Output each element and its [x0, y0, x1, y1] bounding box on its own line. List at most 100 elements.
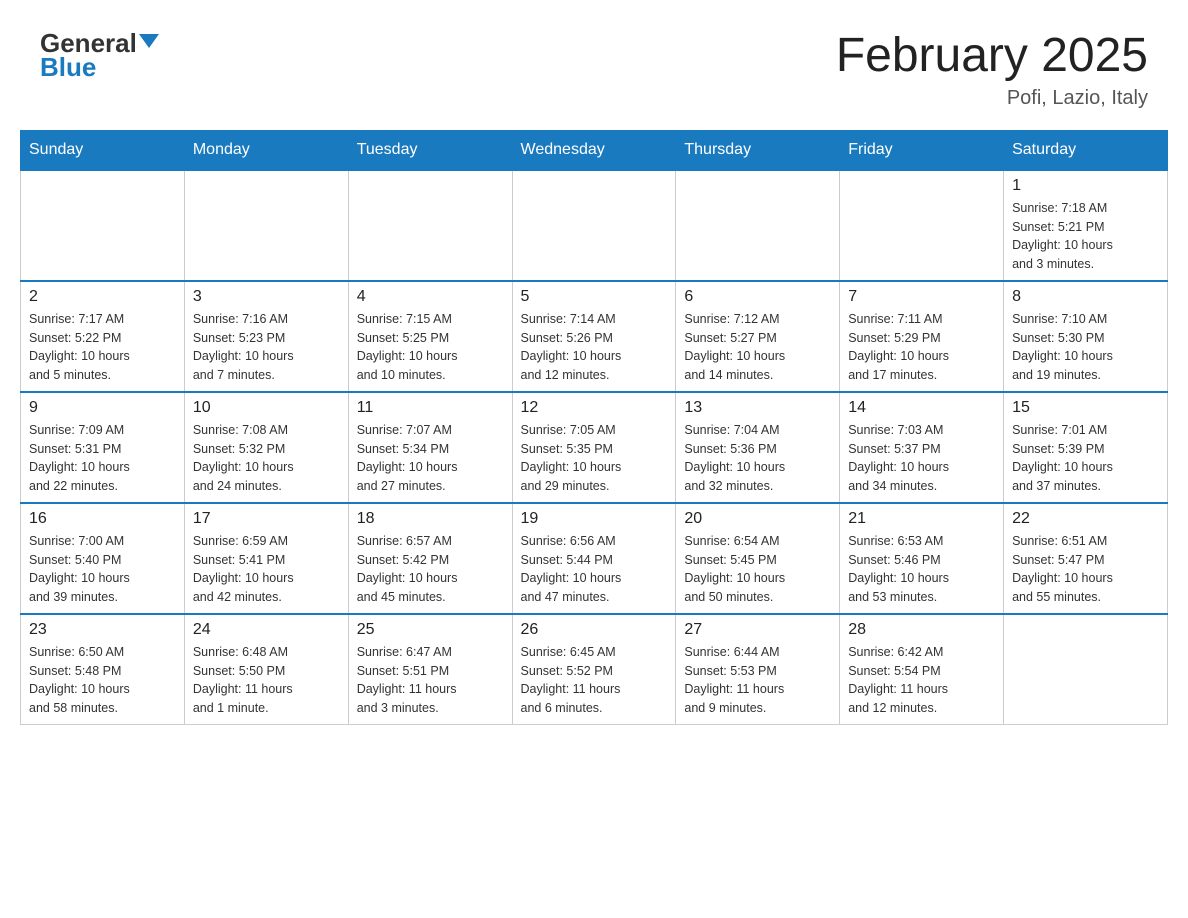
day-info: Sunrise: 7:04 AMSunset: 5:36 PMDaylight:…: [684, 421, 831, 496]
week-row-4: 16Sunrise: 7:00 AMSunset: 5:40 PMDayligh…: [21, 503, 1168, 614]
weekday-header-row: Sunday Monday Tuesday Wednesday Thursday…: [21, 130, 1168, 170]
calendar-cell: 15 Sunrise: 7:01 AMSunset: 5:39 PMDayligh…: [1004, 392, 1168, 503]
calendar-cell: 25 Sunrise: 6:47 AMSunset: 5:51 PMDayligh…: [348, 614, 512, 725]
day-number: 25: [357, 621, 504, 639]
day-number: 26: [521, 621, 668, 639]
calendar-cell: 13 Sunrise: 7:04 AMSunset: 5:36 PMDayligh…: [676, 392, 840, 503]
calendar-cell: 8 Sunrise: 7:10 AMSunset: 5:30 PMDaylight…: [1004, 281, 1168, 392]
day-info: Sunrise: 6:45 AMSunset: 5:52 PMDaylight:…: [521, 643, 668, 718]
calendar-cell: 17 Sunrise: 6:59 AMSunset: 5:41 PMDayligh…: [184, 503, 348, 614]
day-info: Sunrise: 7:10 AMSunset: 5:30 PMDaylight:…: [1012, 310, 1159, 385]
calendar-cell: 21Sunrise: 6:53 AMSunset: 5:46 PMDayligh…: [840, 503, 1004, 614]
calendar-cell: 23Sunrise: 6:50 AMSunset: 5:48 PMDayligh…: [21, 614, 185, 725]
day-info: Sunrise: 6:42 AMSunset: 5:54 PMDaylight:…: [848, 643, 995, 718]
day-number: 2: [29, 288, 176, 306]
calendar-cell: 18 Sunrise: 6:57 AMSunset: 5:42 PMDayligh…: [348, 503, 512, 614]
day-info: Sunrise: 6:54 AMSunset: 5:45 PMDaylight:…: [684, 532, 831, 607]
day-info: Sunrise: 7:08 AMSunset: 5:32 PMDaylight:…: [193, 421, 340, 496]
day-number: 24: [193, 621, 340, 639]
day-info: Sunrise: 7:16 AMSunset: 5:23 PMDaylight:…: [193, 310, 340, 385]
calendar-cell: [1004, 614, 1168, 725]
day-info: Sunrise: 7:14 AMSunset: 5:26 PMDaylight:…: [521, 310, 668, 385]
day-info: Sunrise: 6:56 AMSunset: 5:44 PMDaylight:…: [521, 532, 668, 607]
calendar-cell: 1 Sunrise: 7:18 AMSunset: 5:21 PMDaylight…: [1004, 170, 1168, 281]
calendar-cell: 3 Sunrise: 7:16 AMSunset: 5:23 PMDaylight…: [184, 281, 348, 392]
day-number: 8: [1012, 288, 1159, 306]
day-number: 22: [1012, 510, 1159, 528]
day-number: 10: [193, 399, 340, 417]
calendar-cell: [184, 170, 348, 281]
day-info: Sunrise: 7:15 AMSunset: 5:25 PMDaylight:…: [357, 310, 504, 385]
day-number: 19: [521, 510, 668, 528]
day-number: 27: [684, 621, 831, 639]
calendar-cell: 2 Sunrise: 7:17 AMSunset: 5:22 PMDaylight…: [21, 281, 185, 392]
day-info: Sunrise: 7:01 AMSunset: 5:39 PMDaylight:…: [1012, 421, 1159, 496]
day-number: 6: [684, 288, 831, 306]
calendar-cell: [676, 170, 840, 281]
week-row-3: 9Sunrise: 7:09 AMSunset: 5:31 PMDaylight…: [21, 392, 1168, 503]
day-info: Sunrise: 7:12 AMSunset: 5:27 PMDaylight:…: [684, 310, 831, 385]
day-number: 18: [357, 510, 504, 528]
day-number: 20: [684, 510, 831, 528]
header-friday: Friday: [840, 130, 1004, 170]
day-number: 3: [193, 288, 340, 306]
calendar-cell: 20 Sunrise: 6:54 AMSunset: 5:45 PMDayligh…: [676, 503, 840, 614]
calendar-cell: 5 Sunrise: 7:14 AMSunset: 5:26 PMDaylight…: [512, 281, 676, 392]
header-wednesday: Wednesday: [512, 130, 676, 170]
calendar-cell: 26 Sunrise: 6:45 AMSunset: 5:52 PMDayligh…: [512, 614, 676, 725]
day-info: Sunrise: 6:44 AMSunset: 5:53 PMDaylight:…: [684, 643, 831, 718]
week-row-2: 2 Sunrise: 7:17 AMSunset: 5:22 PMDaylight…: [21, 281, 1168, 392]
calendar-title: February 2025: [836, 30, 1148, 83]
calendar-cell: [21, 170, 185, 281]
header-thursday: Thursday: [676, 130, 840, 170]
calendar-cell: 4 Sunrise: 7:15 AMSunset: 5:25 PMDaylight…: [348, 281, 512, 392]
logo-blue-text: Blue: [40, 54, 96, 80]
header-sunday: Sunday: [21, 130, 185, 170]
calendar-cell: 16Sunrise: 7:00 AMSunset: 5:40 PMDayligh…: [21, 503, 185, 614]
day-number: 17: [193, 510, 340, 528]
calendar-cell: [512, 170, 676, 281]
title-section: February 2025 Pofi, Lazio, Italy: [836, 30, 1148, 110]
day-info: Sunrise: 7:18 AMSunset: 5:21 PMDaylight:…: [1012, 199, 1159, 274]
day-info: Sunrise: 7:09 AMSunset: 5:31 PMDaylight:…: [29, 421, 176, 496]
calendar-cell: 28 Sunrise: 6:42 AMSunset: 5:54 PMDayligh…: [840, 614, 1004, 725]
day-info: Sunrise: 6:48 AMSunset: 5:50 PMDaylight:…: [193, 643, 340, 718]
calendar-cell: [348, 170, 512, 281]
day-number: 1: [1012, 177, 1159, 195]
day-info: Sunrise: 6:59 AMSunset: 5:41 PMDaylight:…: [193, 532, 340, 607]
day-number: 28: [848, 621, 995, 639]
day-info: Sunrise: 7:07 AMSunset: 5:34 PMDaylight:…: [357, 421, 504, 496]
calendar-cell: 7 Sunrise: 7:11 AMSunset: 5:29 PMDaylight…: [840, 281, 1004, 392]
logo: General Blue: [40, 30, 159, 80]
day-number: 5: [521, 288, 668, 306]
logo-triangle-icon: [139, 34, 159, 48]
day-number: 21: [848, 510, 995, 528]
calendar-cell: 6 Sunrise: 7:12 AMSunset: 5:27 PMDaylight…: [676, 281, 840, 392]
day-info: Sunrise: 6:51 AMSunset: 5:47 PMDaylight:…: [1012, 532, 1159, 607]
day-number: 7: [848, 288, 995, 306]
day-info: Sunrise: 7:03 AMSunset: 5:37 PMDaylight:…: [848, 421, 995, 496]
day-number: 12: [521, 399, 668, 417]
calendar-cell: 22 Sunrise: 6:51 AMSunset: 5:47 PMDayligh…: [1004, 503, 1168, 614]
day-number: 4: [357, 288, 504, 306]
day-number: 13: [684, 399, 831, 417]
day-info: Sunrise: 7:17 AMSunset: 5:22 PMDaylight:…: [29, 310, 176, 385]
calendar-cell: 24 Sunrise: 6:48 AMSunset: 5:50 PMDayligh…: [184, 614, 348, 725]
calendar-cell: [840, 170, 1004, 281]
day-info: Sunrise: 7:05 AMSunset: 5:35 PMDaylight:…: [521, 421, 668, 496]
calendar-cell: 12 Sunrise: 7:05 AMSunset: 5:35 PMDayligh…: [512, 392, 676, 503]
calendar-table: Sunday Monday Tuesday Wednesday Thursday…: [20, 130, 1168, 725]
calendar-cell: 27 Sunrise: 6:44 AMSunset: 5:53 PMDayligh…: [676, 614, 840, 725]
page-header: General Blue February 2025 Pofi, Lazio, …: [20, 20, 1168, 120]
day-info: Sunrise: 6:57 AMSunset: 5:42 PMDaylight:…: [357, 532, 504, 607]
week-row-1: 1 Sunrise: 7:18 AMSunset: 5:21 PMDaylight…: [21, 170, 1168, 281]
day-info: Sunrise: 6:47 AMSunset: 5:51 PMDaylight:…: [357, 643, 504, 718]
day-info: Sunrise: 6:50 AMSunset: 5:48 PMDaylight:…: [29, 643, 176, 718]
day-number: 15: [1012, 399, 1159, 417]
day-info: Sunrise: 7:11 AMSunset: 5:29 PMDaylight:…: [848, 310, 995, 385]
week-row-5: 23Sunrise: 6:50 AMSunset: 5:48 PMDayligh…: [21, 614, 1168, 725]
calendar-cell: 10 Sunrise: 7:08 AMSunset: 5:32 PMDayligh…: [184, 392, 348, 503]
calendar-cell: 11Sunrise: 7:07 AMSunset: 5:34 PMDayligh…: [348, 392, 512, 503]
calendar-cell: 9Sunrise: 7:09 AMSunset: 5:31 PMDaylight…: [21, 392, 185, 503]
calendar-cell: 14Sunrise: 7:03 AMSunset: 5:37 PMDayligh…: [840, 392, 1004, 503]
